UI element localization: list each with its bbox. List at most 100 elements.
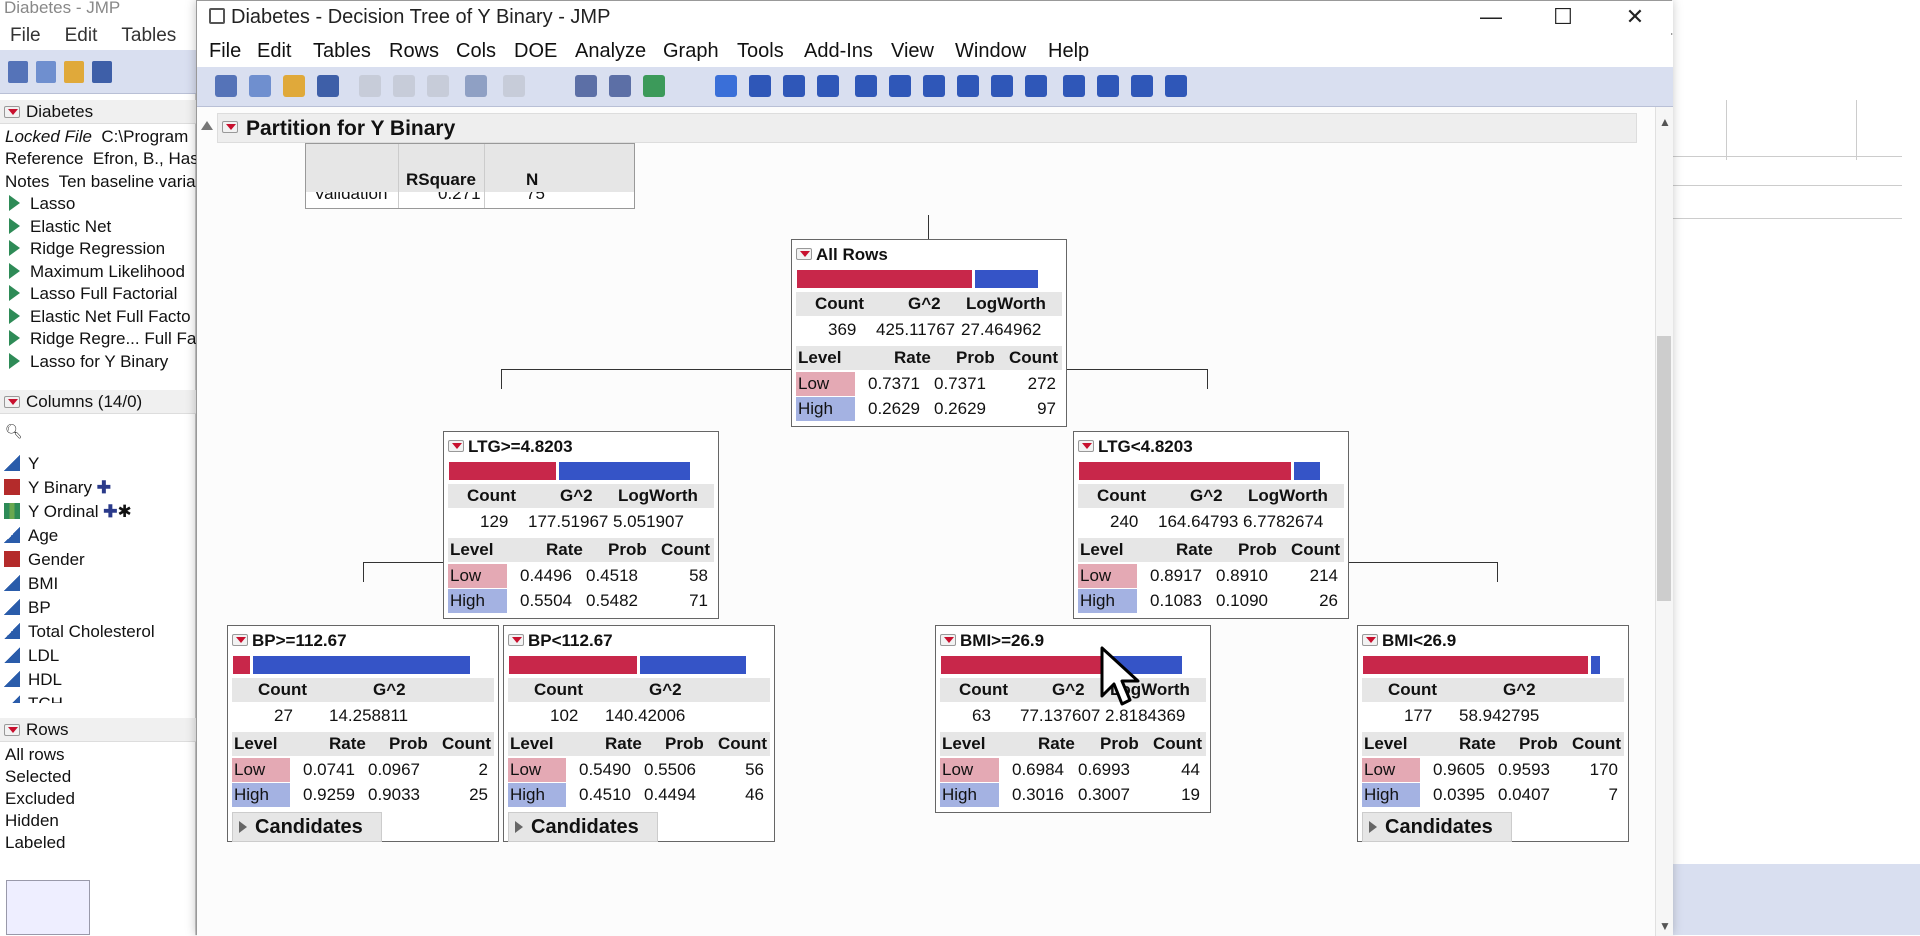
run-script-icon[interactable] [9, 240, 20, 256]
node-header[interactable]: BMI<26.9 [1362, 630, 1456, 652]
menu-doe[interactable]: DOE [514, 39, 557, 63]
column-item[interactable]: HDL [4, 669, 62, 691]
report-outline-header[interactable]: Partition for Y Binary [217, 113, 1637, 143]
tree-node-ltg-lt[interactable]: LTG<4.8203 Count G^2 LogWorth 240 164.64… [1073, 431, 1349, 619]
tabulate-icon[interactable] [609, 75, 631, 97]
new-script-icon[interactable] [249, 75, 271, 97]
polygon-tool-icon[interactable] [1131, 75, 1153, 97]
data-view-icon[interactable] [575, 75, 597, 97]
script-item[interactable]: Lasso Full Factorial [5, 283, 177, 305]
script-item[interactable]: Maximum Likelihood [5, 261, 185, 283]
red-triangle-menu-icon[interactable] [4, 724, 20, 736]
menu-file[interactable]: File [209, 39, 241, 63]
node-header[interactable]: BP>=112.67 [232, 630, 347, 652]
rows-panel-header[interactable]: Rows [0, 718, 196, 742]
tree-node-ltg-ge[interactable]: LTG>=4.8203 Count G^2 LogWorth 129 177.5… [443, 431, 719, 619]
line-tool-icon[interactable] [1025, 75, 1047, 97]
column-item[interactable]: BMI [4, 573, 58, 595]
arrow-tool-icon[interactable] [715, 75, 737, 97]
rows-selected[interactable]: Selected [5, 766, 71, 788]
red-triangle-menu-icon[interactable] [448, 440, 464, 452]
script-item[interactable]: Ridge Regression [5, 238, 165, 260]
run-script-icon[interactable] [9, 285, 20, 301]
brush-tool-icon[interactable] [889, 75, 911, 97]
script-item[interactable]: Elastic Net Full Facto [5, 306, 191, 328]
help-tool-icon[interactable] [749, 75, 771, 97]
bg-menu-file[interactable]: File [10, 25, 41, 46]
column-item[interactable]: Total Cholesterol [4, 621, 155, 643]
paste-icon[interactable] [427, 75, 449, 97]
data-panel-header[interactable]: Diabetes [0, 100, 196, 124]
menu-tools[interactable]: Tools [737, 39, 784, 63]
selection-tool-icon[interactable] [783, 75, 805, 97]
red-triangle-menu-icon[interactable] [508, 634, 524, 646]
candidates-disclosure[interactable]: Candidates [1362, 812, 1512, 842]
rows-hidden[interactable]: Hidden [5, 810, 59, 832]
menu-analyze[interactable]: Analyze [575, 39, 646, 63]
maximize-button[interactable]: ☐ [1527, 1, 1599, 33]
bg-menu-edit[interactable]: Edit [65, 25, 98, 46]
journal-icon[interactable] [465, 75, 487, 97]
red-triangle-menu-icon[interactable] [232, 634, 248, 646]
tree-node-root[interactable]: All Rows Count G^2 LogWorth 369 425.1176… [791, 239, 1067, 427]
close-button[interactable]: ✕ [1599, 1, 1671, 33]
crosshairs-icon[interactable] [991, 75, 1013, 97]
script-item[interactable]: Ridge Regre... Full Fa [5, 328, 196, 350]
run-script-icon[interactable] [9, 263, 20, 279]
run-script-icon[interactable] [9, 195, 20, 211]
menu-graph[interactable]: Graph [663, 39, 719, 63]
node-header[interactable]: LTG<4.8203 [1078, 436, 1193, 458]
open-folder-icon[interactable] [283, 75, 305, 97]
menu-window[interactable]: Window [955, 39, 1026, 63]
rows-excluded[interactable]: Excluded [5, 788, 75, 810]
save-icon[interactable] [317, 75, 339, 97]
lasso-tool-icon[interactable] [923, 75, 945, 97]
red-triangle-menu-icon[interactable] [4, 396, 20, 408]
column-item[interactable]: LDL [4, 645, 59, 667]
cut-icon[interactable] [359, 75, 381, 97]
node-header[interactable]: BP<112.67 [508, 630, 613, 652]
menu-cols[interactable]: Cols [456, 39, 496, 63]
line-width-icon[interactable] [1097, 75, 1119, 97]
menu-tables[interactable]: Tables [313, 39, 371, 63]
menu-view[interactable]: View [891, 39, 934, 63]
column-item[interactable]: Age [4, 525, 58, 547]
column-item[interactable]: BP [4, 597, 51, 619]
tree-node-bmi-ge[interactable]: BMI>=26.9 Count G^2 LogWorth 63 77.13760… [935, 625, 1211, 813]
red-triangle-menu-icon[interactable] [222, 121, 238, 133]
copy-icon[interactable] [393, 75, 415, 97]
scroll-down-arrow-icon[interactable]: ▼ [1659, 919, 1671, 933]
run-script-icon[interactable] [9, 353, 20, 369]
script-item[interactable]: Lasso [5, 193, 75, 215]
red-triangle-menu-icon[interactable] [4, 106, 20, 118]
script-item[interactable]: Elastic Net [5, 216, 111, 238]
scroll-up-arrow-icon[interactable]: ▲ [1659, 115, 1671, 129]
column-item[interactable]: Y Binary ✚ [4, 477, 111, 499]
lock-icon[interactable] [503, 75, 525, 97]
new-table-icon[interactable] [8, 61, 28, 83]
new-script-icon[interactable] [36, 61, 56, 83]
open-folder-icon[interactable] [64, 61, 84, 83]
vertical-scrollbar-thumb[interactable] [1657, 336, 1671, 601]
rows-all[interactable]: All rows [5, 744, 65, 766]
columns-panel-header[interactable]: Columns (14/0) [0, 390, 196, 414]
bg-menu-tables[interactable]: Tables [121, 25, 176, 46]
red-triangle-menu-icon[interactable] [1362, 634, 1378, 646]
tree-node-bmi-lt[interactable]: BMI<26.9 Count G^2 177 58.942795 Level R… [1357, 625, 1629, 842]
column-item[interactable]: Y [4, 453, 39, 475]
search-icon[interactable]: 🔍︎ [5, 420, 23, 442]
collapse-triangle-icon[interactable] [201, 121, 213, 130]
candidates-disclosure[interactable]: Candidates [232, 812, 382, 842]
candidates-disclosure[interactable]: Candidates [508, 812, 658, 842]
run-script-icon[interactable] [9, 330, 20, 346]
ellipse-tool-icon[interactable] [1165, 75, 1187, 97]
script-item[interactable]: Lasso for Y Binary [5, 351, 168, 373]
grabber-tool-icon[interactable] [855, 75, 877, 97]
column-item[interactable]: Gender [4, 549, 85, 571]
tree-node-bp-ge[interactable]: BP>=112.67 Count G^2 27 14.258811 Level … [227, 625, 499, 842]
minimize-button[interactable]: — [1455, 1, 1527, 33]
menu-edit[interactable]: Edit [257, 39, 291, 63]
window-thumbnail[interactable] [6, 880, 90, 935]
tree-node-bp-lt[interactable]: BP<112.67 Count G^2 102 140.42006 Level … [503, 625, 775, 842]
add-icon[interactable] [643, 75, 665, 97]
